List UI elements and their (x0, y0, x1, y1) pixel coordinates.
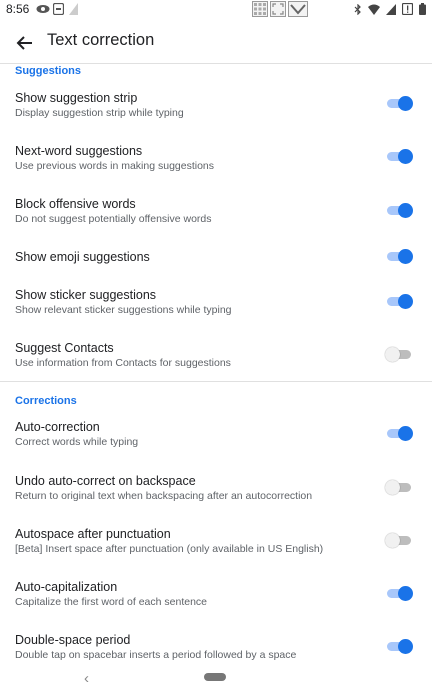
section-header-suggestions: Suggestions (15, 65, 82, 77)
toggle-switch[interactable] (385, 294, 413, 309)
pref-show-sticker-suggestions[interactable]: Show sticker suggestions Show relevant s… (0, 280, 432, 326)
status-bar: 8:56 (0, 0, 432, 20)
pref-title: Undo auto-correct on backspace (15, 474, 196, 488)
eye-icon (36, 5, 50, 13)
pref-undo-auto-correct[interactable]: Undo auto-correct on backspace Return to… (0, 466, 432, 512)
pref-title: Auto-capitalization (15, 580, 118, 594)
wifi-icon (368, 4, 380, 15)
pref-summary: Return to original text when backspacing… (15, 490, 313, 502)
pref-auto-capitalization[interactable]: Auto-capitalization Capitalize the first… (0, 572, 432, 618)
home-pill-icon[interactable] (204, 673, 226, 681)
toggle-switch[interactable] (385, 249, 413, 264)
pref-title: Suggest Contacts (15, 341, 114, 355)
toggle-switch[interactable] (385, 586, 413, 601)
expand-icon[interactable] (270, 1, 286, 17)
navigation-bar: ‹ (0, 664, 432, 695)
toggle-switch[interactable] (385, 426, 413, 441)
signal-blocked-icon (69, 3, 78, 15)
pref-summary: Show relevant sticker suggestions while … (15, 304, 232, 316)
pref-summary: Display suggestion strip while typing (15, 107, 184, 119)
page-title: Text correction (47, 31, 155, 49)
cell-signal-icon (386, 3, 396, 15)
arrow-back-icon[interactable] (14, 32, 36, 54)
pref-summary: Do not suggest potentially offensive wor… (15, 213, 212, 225)
pref-summary: Double tap on spacebar inserts a period … (15, 649, 297, 661)
pref-suggest-contacts[interactable]: Suggest Contacts Use information from Co… (0, 333, 432, 379)
pref-title: Block offensive words (15, 197, 136, 211)
app-bar: Text correction (0, 20, 432, 64)
toggle-switch[interactable] (385, 149, 413, 164)
pref-summary: Capitalize the first word of each senten… (15, 596, 208, 608)
pref-title: Auto-correction (15, 420, 100, 434)
status-right (354, 3, 426, 15)
toggle-switch[interactable] (385, 347, 413, 362)
pref-block-offensive-words[interactable]: Block offensive words Do not suggest pot… (0, 187, 432, 233)
toggle-switch[interactable] (385, 96, 413, 111)
pref-title: Show emoji suggestions (15, 250, 150, 264)
pref-autospace-after-punctuation[interactable]: Autospace after punctuation [Beta] Inser… (0, 519, 432, 565)
nav-back-icon[interactable]: ‹ (84, 670, 89, 687)
pref-title: Autospace after punctuation (15, 527, 171, 541)
pref-show-emoji-suggestions[interactable]: Show emoji suggestions (0, 236, 432, 276)
pref-summary: [Beta] Insert space after punctuation (o… (15, 543, 324, 555)
screenshot-icon (53, 3, 64, 15)
pref-summary: Correct words while typing (15, 436, 139, 448)
toggle-switch[interactable] (385, 480, 413, 495)
pref-next-word-suggestions[interactable]: Next-word suggestions Use previous words… (0, 133, 432, 179)
toggle-switch[interactable] (385, 639, 413, 654)
pref-auto-correction[interactable]: Auto-correction Correct words while typi… (0, 412, 432, 458)
toggle-switch[interactable] (385, 533, 413, 548)
bluetooth-icon (354, 3, 361, 15)
appbar-divider (0, 63, 432, 64)
toggle-switch[interactable] (385, 203, 413, 218)
chevron-down-icon[interactable] (288, 1, 308, 17)
section-divider (0, 381, 432, 382)
pref-title: Show sticker suggestions (15, 288, 157, 302)
pref-title: Double-space period (15, 633, 131, 647)
status-time: 8:56 (6, 2, 30, 16)
grid-icon[interactable] (252, 1, 268, 17)
pref-show-suggestion-strip[interactable]: Show suggestion strip Display suggestion… (0, 80, 432, 126)
pref-title: Next-word suggestions (15, 144, 143, 158)
battery-icon (419, 3, 426, 15)
pref-double-space-period[interactable]: Double-space period Double tap on spaceb… (0, 625, 432, 665)
section-header-corrections: Corrections (15, 395, 77, 407)
pref-summary: Use information from Contacts for sugges… (15, 357, 231, 369)
floating-overlay[interactable] (252, 0, 308, 18)
sim-alert-icon (402, 3, 413, 15)
pref-summary: Use previous words in making suggestions (15, 160, 215, 172)
pref-title: Show suggestion strip (15, 91, 138, 105)
